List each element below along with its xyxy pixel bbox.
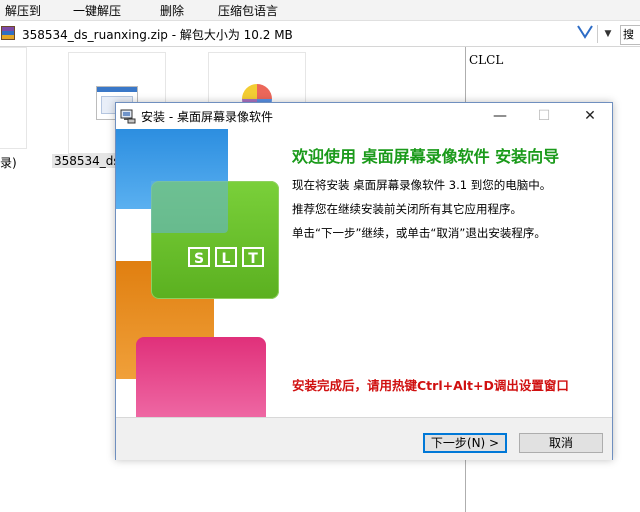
menu-extract-to[interactable]: 解压到: [5, 2, 41, 19]
checkmark-icon: [577, 25, 595, 43]
menubar: 解压到 一键解压 删除 压缩包语言: [0, 0, 640, 21]
intro-line: 单击“下一步”继续，或单击“取消”退出安装程序。: [292, 226, 546, 240]
file-label[interactable]: 358534_ds: [52, 154, 118, 168]
intro-line: 现在将安装 桌面屏幕录像软件 3.1 到您的电脑中。: [292, 178, 552, 192]
address-dropdown-button[interactable]: ▼: [597, 25, 618, 43]
maximize-button[interactable]: ☐: [522, 103, 566, 129]
window-title: 安装 - 桌面屏幕录像软件: [141, 110, 273, 124]
preview-text: CLCL: [469, 53, 504, 67]
logo-letter: L: [215, 247, 237, 267]
welcome-page: S L T 欢迎使用 桌面屏幕录像软件 安装向导 现在将安装 桌面屏幕录像软件 …: [116, 129, 612, 417]
hotkey-note: 安装完成后，请用热键Ctrl+Alt+D调出设置窗口: [292, 378, 569, 393]
archive-path: 358534_ds_ruanxing.zip - 解包大小为 10.2 MB: [22, 28, 293, 42]
banner-pink-block: [136, 337, 266, 417]
file-label[interactable]: 录): [0, 154, 17, 171]
banner-overlap: [151, 181, 228, 233]
minimize-button[interactable]: —: [478, 103, 522, 129]
address-bar[interactable]: 358534_ds_ruanxing.zip - 解包大小为 10.2 MB ▼…: [0, 22, 640, 47]
menu-delete[interactable]: 删除: [160, 2, 184, 19]
next-button[interactable]: 下一步(N) >: [423, 433, 507, 453]
close-button[interactable]: ✕: [568, 103, 612, 129]
installer-icon: [120, 108, 136, 124]
intro-line: 推荐您在继续安装前关闭所有其它应用程序。: [292, 202, 522, 216]
menu-archive-language[interactable]: 压缩包语言: [218, 2, 278, 19]
installer-window: 安装 - 桌面屏幕录像软件 — ☐ ✕ S L T 欢迎使用 桌面屏幕录像软件 …: [115, 102, 613, 460]
logo-letter: S: [188, 247, 210, 267]
cancel-button[interactable]: 取消: [519, 433, 603, 453]
title-bar[interactable]: 安装 - 桌面屏幕录像软件 — ☐ ✕: [116, 103, 612, 129]
welcome-heading: 欢迎使用 桌面屏幕录像软件 安装向导: [292, 147, 560, 166]
menu-one-click-extract[interactable]: 一键解压: [73, 2, 121, 19]
archive-icon: [1, 26, 15, 40]
file-tile[interactable]: [0, 47, 27, 149]
button-bar: 下一步(N) > 取消: [116, 417, 612, 460]
search-input[interactable]: 搜: [620, 25, 640, 45]
banner-image: S L T: [116, 129, 281, 417]
logo-letter: T: [242, 247, 264, 267]
slt-logo: S L T: [188, 247, 266, 269]
